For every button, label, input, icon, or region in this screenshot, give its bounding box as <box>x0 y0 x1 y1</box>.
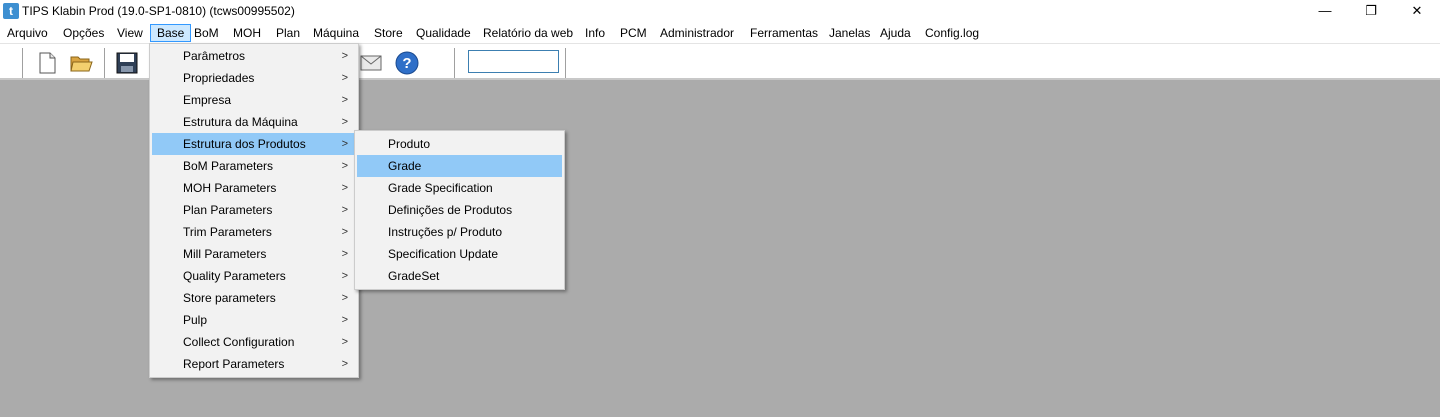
menu-arquivo[interactable]: Arquivo <box>1 24 54 42</box>
menu-info[interactable]: Info <box>579 24 611 42</box>
menu-ferramentas[interactable]: Ferramentas <box>744 24 824 42</box>
submenu-item-gradeset[interactable]: GradeSet <box>357 265 562 287</box>
menu-maquina[interactable]: Máquina <box>307 24 365 42</box>
menu-item-parametros[interactable]: Parâmetros > <box>152 45 356 67</box>
base-menu: Parâmetros > Propriedades > Empresa > Estru… <box>149 43 359 378</box>
menu-store[interactable]: Store <box>368 24 409 42</box>
menu-item-report-parameters[interactable]: Report Parameters > <box>152 353 356 375</box>
window-title: TIPS Klabin Prod (19.0-SP1-0810) (tcws00… <box>22 4 295 18</box>
menu-janelas[interactable]: Janelas <box>823 24 876 42</box>
submenu-item-grade-specification[interactable]: Grade Specification <box>357 177 562 199</box>
toolbar-separator <box>565 48 567 78</box>
menu-base[interactable]: Base <box>150 24 192 42</box>
estrutura-produtos-submenu: Produto Grade Grade Specification Defini… <box>354 130 565 290</box>
maximize-button[interactable]: ❐ <box>1348 0 1394 22</box>
menu-item-mill-parameters[interactable]: Mill Parameters > <box>152 243 356 265</box>
toolbar-search-input[interactable] <box>468 50 559 73</box>
menu-pcm[interactable]: PCM <box>614 24 653 42</box>
svg-text:?: ? <box>402 55 411 72</box>
open-folder-icon[interactable] <box>69 51 93 75</box>
app-icon: t <box>3 3 19 19</box>
help-icon[interactable]: ? <box>395 51 419 75</box>
menu-view[interactable]: View <box>111 24 149 42</box>
menu-item-bom-parameters[interactable]: BoM Parameters > <box>152 155 356 177</box>
menu-relatorio-web[interactable]: Relatório da web <box>477 24 579 42</box>
submenu-item-grade[interactable]: Grade <box>357 155 562 177</box>
submenu-item-definicoes-produtos[interactable]: Definições de Produtos <box>357 199 562 221</box>
menu-bar: Arquivo Opções View Base BoM MOH Plan Má… <box>0 22 1440 43</box>
close-button[interactable]: ✕ <box>1394 0 1440 22</box>
toolbar-separator <box>454 48 456 78</box>
menu-item-pulp[interactable]: Pulp > <box>152 309 356 331</box>
menu-opcoes[interactable]: Opções <box>57 24 110 42</box>
menu-plan[interactable]: Plan <box>270 24 306 42</box>
toolbar-separator <box>22 48 24 78</box>
menu-item-moh-parameters[interactable]: MOH Parameters > <box>152 177 356 199</box>
menu-administrador[interactable]: Administrador <box>654 24 740 42</box>
menu-item-collect-configuration[interactable]: Collect Configuration > <box>152 331 356 353</box>
menu-config-log[interactable]: Config.log <box>919 24 985 42</box>
menu-ajuda[interactable]: Ajuda <box>874 24 917 42</box>
menu-item-propriedades[interactable]: Propriedades > <box>152 67 356 89</box>
submenu-item-instrucoes-produto[interactable]: Instruções p/ Produto <box>357 221 562 243</box>
menu-qualidade[interactable]: Qualidade <box>410 24 477 42</box>
mail-envelope-icon[interactable] <box>359 51 383 75</box>
save-disk-icon[interactable] <box>115 51 139 75</box>
menu-item-estrutura-produtos[interactable]: Estrutura dos Produtos > <box>152 133 356 155</box>
submenu-item-produto[interactable]: Produto <box>357 133 562 155</box>
menu-item-quality-parameters[interactable]: Quality Parameters > <box>152 265 356 287</box>
menu-moh[interactable]: MOH <box>227 24 267 42</box>
minimize-button[interactable]: — <box>1302 0 1348 22</box>
menu-item-empresa[interactable]: Empresa > <box>152 89 356 111</box>
new-document-icon[interactable] <box>35 51 59 75</box>
menu-item-estrutura-maquina[interactable]: Estrutura da Máquina > <box>152 111 356 133</box>
toolbar-separator <box>104 48 106 78</box>
menu-item-store-parameters[interactable]: Store parameters > <box>152 287 356 309</box>
menu-item-trim-parameters[interactable]: Trim Parameters > <box>152 221 356 243</box>
title-bar: t TIPS Klabin Prod (19.0-SP1-0810) (tcws… <box>0 0 1440 22</box>
submenu-item-specification-update[interactable]: Specification Update <box>357 243 562 265</box>
menu-item-plan-parameters[interactable]: Plan Parameters > <box>152 199 356 221</box>
menu-bom[interactable]: BoM <box>188 24 225 42</box>
